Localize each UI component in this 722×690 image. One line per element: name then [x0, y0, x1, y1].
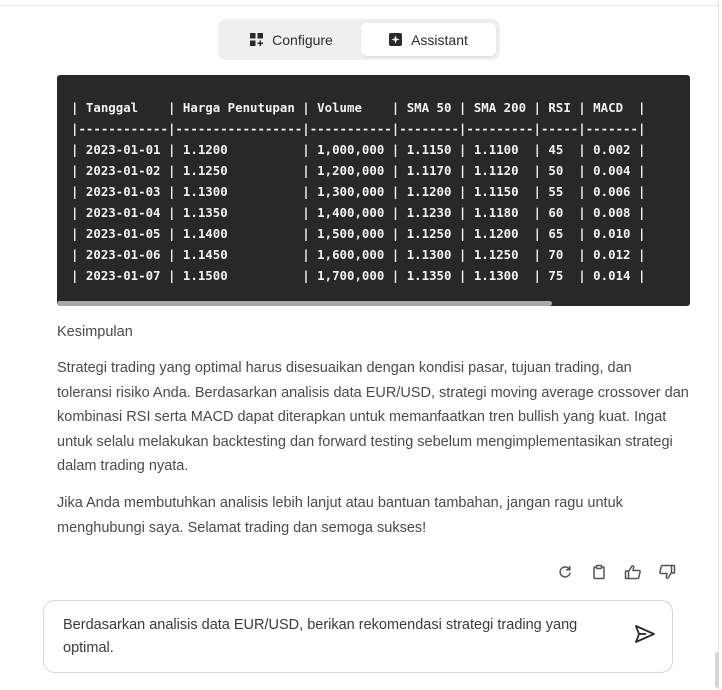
code-line: | 2023-01-05 | 1.1400 | 1,500,000 | 1.12… [71, 226, 646, 241]
code-line: | 2023-01-03 | 1.1300 | 1,300,000 | 1.12… [71, 184, 646, 199]
code-table: | Tanggal | Harga Penutupan | Volume | S… [71, 97, 645, 286]
right-divider [718, 0, 719, 690]
grid-plus-icon [250, 33, 264, 46]
send-icon [634, 624, 656, 649]
code-line: | 2023-01-07 | 1.1500 | 1,700,000 | 1.13… [71, 268, 646, 283]
code-block: | Tanggal | Harga Penutupan | Volume | S… [57, 75, 690, 306]
mode-tab-bar: Configure Assistant [218, 19, 500, 60]
message-actions [554, 563, 678, 581]
message-paragraph: Jika Anda membutuhkan analisis lebih lan… [57, 495, 623, 536]
thumbs-down-icon[interactable] [656, 563, 678, 581]
code-horizontal-scrollbar[interactable] [57, 301, 552, 306]
copy-icon[interactable] [588, 563, 610, 581]
tab-configure-label: Configure [272, 31, 333, 48]
tab-assistant-label: Assistant [411, 31, 468, 48]
sparkle-icon [389, 33, 403, 46]
tab-assistant[interactable]: Assistant [361, 23, 496, 56]
chat-input-box[interactable]: Berdasarkan analisis data EUR/USD, berik… [43, 600, 673, 673]
code-line: | 2023-01-06 | 1.1450 | 1,600,000 | 1.13… [71, 247, 646, 262]
top-divider [0, 5, 718, 6]
regenerate-icon[interactable] [554, 563, 576, 581]
send-button[interactable] [632, 623, 658, 649]
message-paragraph: Strategi trading yang optimal harus dise… [57, 360, 689, 474]
page-scrollbar[interactable] [715, 652, 719, 688]
code-line: | 2023-01-02 | 1.1250 | 1,200,000 | 1.11… [71, 163, 646, 178]
tab-configure[interactable]: Configure [222, 23, 361, 56]
section-title: Kesimpulan [57, 324, 133, 340]
thumbs-up-icon[interactable] [622, 563, 644, 581]
chat-input-text[interactable]: Berdasarkan analisis data EUR/USD, berik… [63, 614, 618, 660]
code-line: | 2023-01-01 | 1.1200 | 1,000,000 | 1.11… [71, 142, 646, 157]
code-line: | Tanggal | Harga Penutupan | Volume | S… [71, 100, 646, 115]
code-line: | 2023-01-04 | 1.1350 | 1,400,000 | 1.12… [71, 205, 646, 220]
code-line: |------------|-----------------|--------… [71, 121, 646, 136]
